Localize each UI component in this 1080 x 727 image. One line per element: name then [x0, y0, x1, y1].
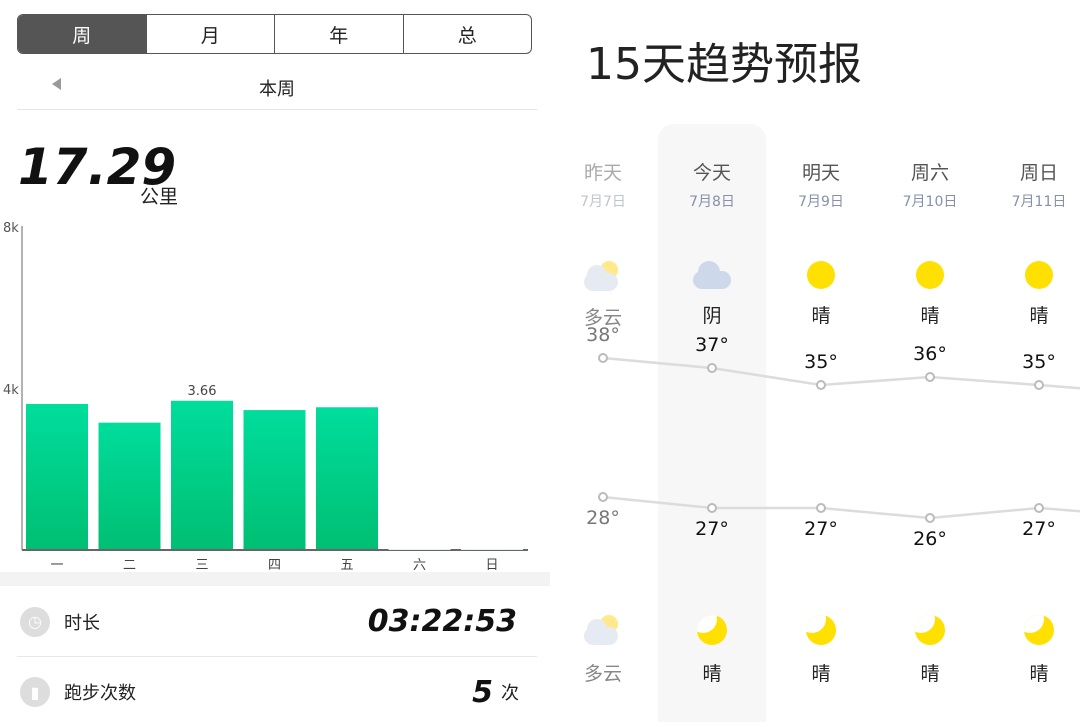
stat-row-duration: ◷ 时长 03:22:53	[17, 587, 537, 657]
stat-label: 时长	[64, 612, 100, 634]
bar	[316, 407, 378, 549]
stat-value: 03:22:53	[367, 604, 517, 639]
stat-label: 跑步次数	[64, 683, 136, 704]
data-label: 3.66	[188, 384, 217, 399]
x-tick-label: 日	[485, 558, 498, 573]
tab-year[interactable]: 年	[274, 15, 403, 53]
temp-point	[1034, 380, 1044, 390]
x-tick-label: 六	[413, 558, 426, 573]
period-tabs: 周 月 年 总	[17, 14, 532, 54]
weather-forecast-panel: 15天趋势预报 昨天 7月7日 多云 多云 38° 28° 今天 7月8日 阴晴 37° 2…	[550, 0, 1080, 722]
high-temp-line	[602, 356, 1080, 390]
bar	[461, 549, 523, 550]
weekly-distance-chart: 4k 8k 一 二 三 3.66 四 五 六 日	[3, 221, 528, 573]
temp-point	[1034, 503, 1044, 513]
period-label: 本周	[259, 79, 295, 100]
bar	[171, 400, 233, 549]
divider	[0, 572, 550, 586]
temp-point	[925, 372, 935, 382]
bar	[26, 404, 88, 549]
temp-point	[707, 503, 717, 513]
bar	[243, 410, 306, 549]
temp-point	[816, 380, 826, 390]
x-tick-label: 三	[195, 558, 208, 573]
tab-total[interactable]: 总	[402, 15, 532, 53]
bar	[98, 422, 161, 549]
period-selector: 本周	[17, 66, 537, 110]
stat-row-run-count: ▮ 跑步次数 5 次	[17, 657, 537, 727]
stat-value: 5	[472, 674, 493, 710]
low-temp-line	[602, 495, 1080, 520]
x-tick-label: 四	[268, 558, 281, 573]
clock-icon: ◷	[20, 606, 50, 637]
temp-point	[925, 513, 935, 523]
x-tick-label: 一	[50, 558, 63, 573]
temp-point	[598, 492, 608, 502]
temp-point	[707, 363, 717, 373]
tab-month[interactable]: 月	[145, 15, 275, 53]
x-tick-label: 五	[340, 558, 353, 573]
temperature-trend	[598, 353, 1080, 523]
x-tick-label: 二	[123, 558, 136, 573]
bar-chart-icon: ▮	[20, 677, 50, 707]
bar	[388, 549, 451, 550]
run-stats-panel: 周 月 年 总 本周 17.29 公里 4k 8k 一二三 3.66 四五六日 ◷ 时长…	[0, 0, 550, 722]
tab-week[interactable]: 周	[18, 15, 146, 53]
y-tick-label: 8k	[3, 221, 19, 236]
stat-unit: 次	[501, 683, 519, 704]
temp-point	[816, 503, 826, 513]
temp-point	[598, 353, 608, 363]
distance-unit: 公里	[140, 186, 179, 208]
y-tick-label: 4k	[3, 383, 19, 398]
